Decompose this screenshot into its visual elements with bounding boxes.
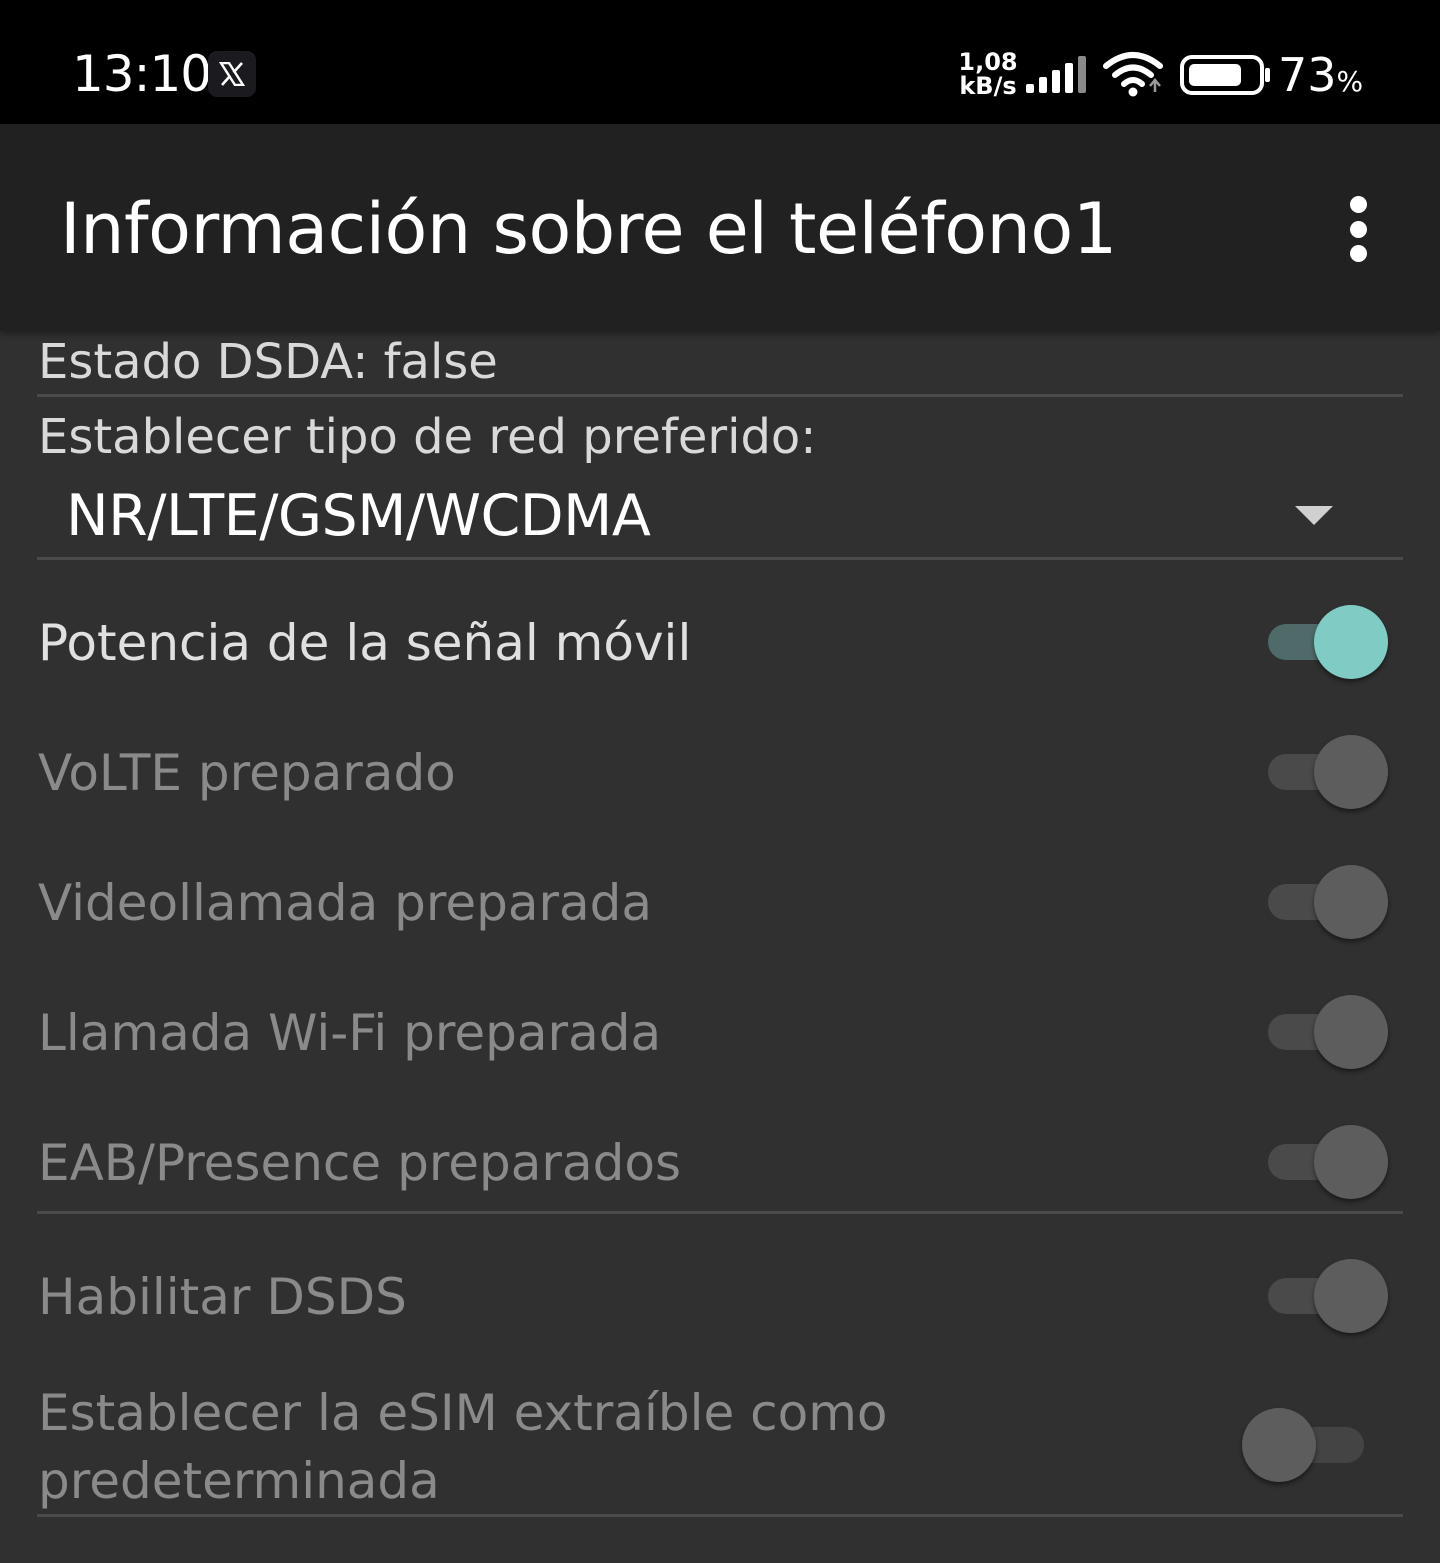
video-call-switch[interactable] [1268, 862, 1392, 942]
wifi-call-switch[interactable] [1268, 992, 1392, 1072]
status-time: 13:10 [72, 45, 212, 103]
battery-percentage: 73% [1278, 48, 1363, 109]
network-type-value: NR/LTE/GSM/WCDMA [66, 483, 651, 549]
dsda-status-text: Estado DSDA: false [38, 334, 498, 390]
battery-percent-value: 73 [1278, 48, 1337, 102]
divider [37, 1211, 1403, 1214]
enable-dsds-switch[interactable] [1268, 1256, 1392, 1336]
network-speed: 1,08 kB/s [958, 50, 1018, 98]
switch-thumb [1314, 865, 1388, 939]
switch-thumb [1314, 1125, 1388, 1199]
cell-signal-icon [1026, 56, 1086, 93]
page-title: Información sobre el teléfono1 [60, 188, 1117, 270]
wifi-icon [1103, 52, 1163, 97]
enable-dsds-label: Habilitar DSDS [38, 1268, 407, 1326]
menu-dot [1349, 245, 1367, 262]
eab-presence-switch[interactable] [1268, 1122, 1392, 1202]
switch-thumb [1242, 1408, 1316, 1482]
removable-esim-switch[interactable] [1242, 1405, 1366, 1485]
removable-esim-label-line1: Establecer la eSIM extraíble como [38, 1384, 888, 1442]
switch-thumb [1314, 735, 1388, 809]
removable-esim-label-line2: predeterminada [38, 1452, 440, 1510]
signal-strength-switch[interactable] [1268, 602, 1392, 682]
dropdown-arrow-icon [1295, 506, 1333, 525]
menu-dot [1349, 196, 1367, 213]
menu-dot [1349, 220, 1367, 238]
x-logo-icon [208, 51, 256, 97]
switch-thumb [1314, 995, 1388, 1069]
overflow-menu-icon[interactable] [1332, 190, 1384, 268]
battery-percent-unit: % [1336, 65, 1364, 98]
status-bar: 13:10 1,08 kB/s 73% [0, 0, 1440, 124]
network-speed-value: 1,08 [958, 48, 1018, 76]
switch-thumb [1314, 1259, 1388, 1333]
eab-presence-label: EAB/Presence preparados [38, 1134, 681, 1192]
wifi-call-label: Llamada Wi-Fi preparada [38, 1004, 662, 1062]
volte-label: VoLTE preparado [38, 744, 456, 802]
battery-icon [1180, 55, 1270, 95]
signal-strength-label: Potencia de la señal móvil [38, 614, 692, 672]
network-type-label: Establecer tipo de red preferido: [38, 409, 817, 465]
divider [37, 1514, 1403, 1517]
switch-thumb [1314, 605, 1388, 679]
video-call-label: Videollamada preparada [38, 874, 653, 932]
volte-switch[interactable] [1268, 732, 1392, 812]
network-speed-unit: kB/s [959, 72, 1017, 100]
divider [37, 557, 1403, 560]
divider [37, 394, 1403, 397]
